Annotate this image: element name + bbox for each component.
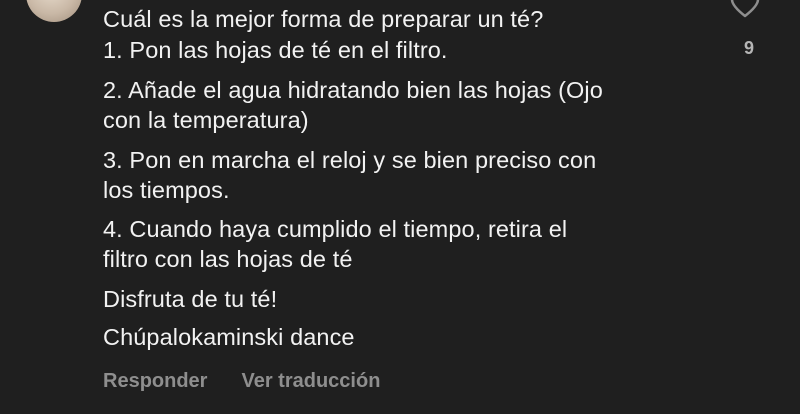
comment-step-3: 3. Pon en marcha el reloj y se bien prec…: [103, 147, 597, 203]
like-button[interactable]: [730, 0, 760, 18]
heart-outline-icon: [730, 0, 760, 18]
translate-button[interactable]: Ver traducción: [241, 370, 380, 393]
comment-signoff-line: Chúpalokaminski dance: [103, 324, 355, 350]
reply-button[interactable]: Responder: [103, 370, 207, 393]
comment-enjoy-line: Disfruta de tu té!: [103, 286, 278, 312]
comment-actions: Responder Ver traducción: [103, 370, 380, 393]
like-count: 9: [743, 38, 754, 58]
comment-step-2: 2. Añade el agua hidratando bien las hoj…: [103, 77, 603, 133]
comment-step-1: 1. Pon las hojas de té en el filtro.: [103, 37, 448, 63]
avatar[interactable]: [26, 0, 82, 22]
comment-step-4: 4. Cuando haya cumplido el tiempo, retir…: [103, 216, 568, 272]
comment-question: Cuál es la mejor forma de preparar un té…: [103, 6, 544, 32]
